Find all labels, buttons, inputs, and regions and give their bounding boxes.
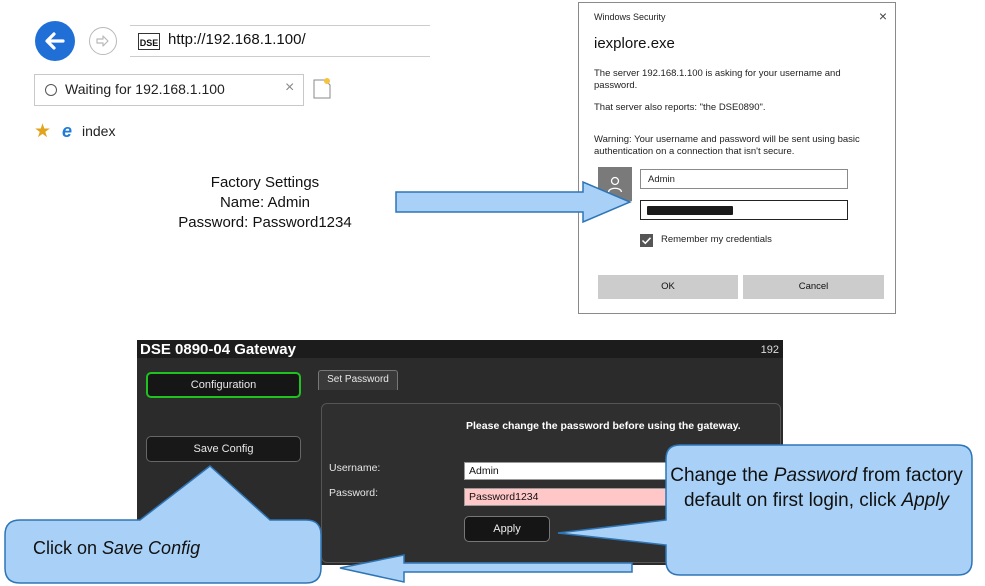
arrow-bottom-left: [339, 554, 633, 583]
callout-left-prefix: Click on: [33, 538, 103, 558]
callout-right-emphasis: Password: [773, 465, 858, 486]
save-config-callout-text: Click on Save Config: [33, 538, 200, 559]
apply-callout-text: Change the Password from factory default…: [664, 463, 969, 513]
save-config-callout-bubble: [4, 465, 322, 584]
callout-right-prefix: Change the: [670, 465, 774, 486]
callout-right-emphasis2: Apply: [901, 490, 950, 511]
callout-left-emphasis: Save Config: [102, 538, 201, 558]
arrow-to-password-field: [395, 180, 632, 224]
